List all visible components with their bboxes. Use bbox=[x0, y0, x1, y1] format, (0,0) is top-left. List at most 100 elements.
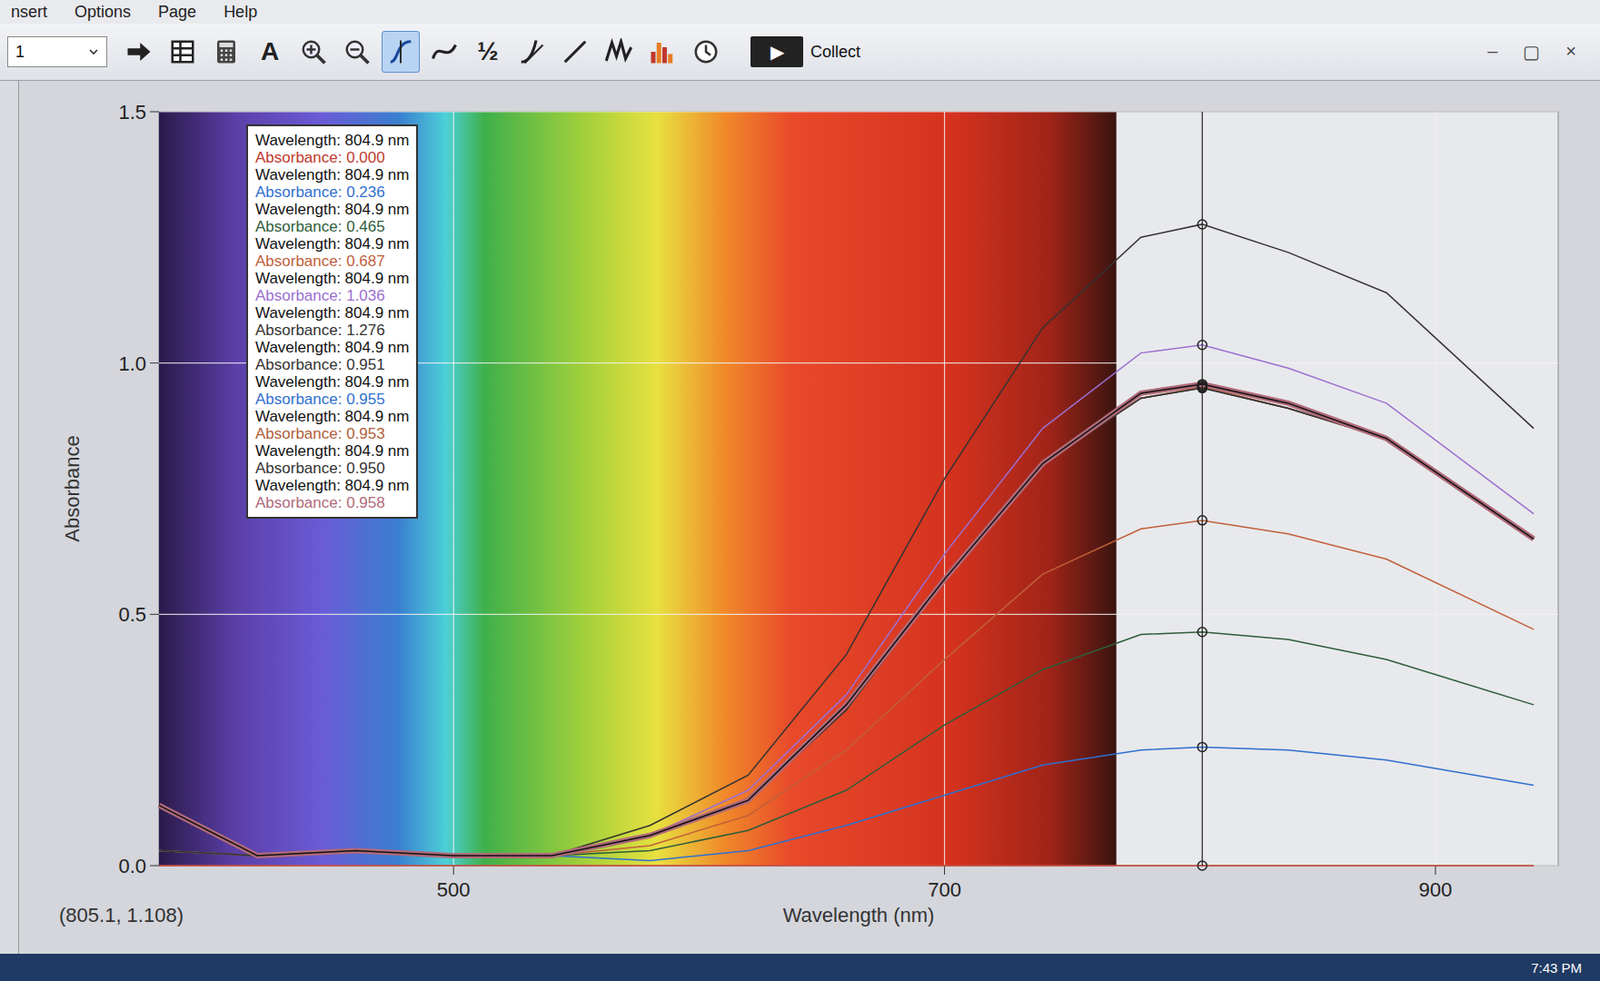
toolbar-button[interactable] bbox=[163, 30, 202, 73]
menu-bar: nsert Options Page Help bbox=[0, 0, 1600, 24]
grid-line bbox=[944, 111, 945, 866]
y-tick bbox=[149, 865, 160, 867]
peaks-icon bbox=[605, 38, 633, 66]
toolbar-button[interactable] bbox=[381, 30, 420, 73]
collect-button[interactable]: ▶ Collect bbox=[750, 36, 861, 68]
toolbar-button[interactable] bbox=[686, 30, 726, 73]
series-line[interactable] bbox=[159, 387, 1534, 856]
legend-absorbance: Absorbance: 0.951 bbox=[255, 356, 409, 374]
legend-wavelength: Wavelength: 804.9 nm bbox=[255, 131, 409, 150]
x-axis-title: Wavelength (nm) bbox=[783, 904, 935, 927]
series-line[interactable] bbox=[159, 864, 1534, 867]
y-tick-label: 1.0 bbox=[118, 352, 147, 376]
toolbar-button[interactable]: A bbox=[250, 30, 289, 73]
series-line[interactable] bbox=[159, 387, 1534, 856]
grid-line bbox=[1434, 111, 1436, 866]
toolbar-button[interactable] bbox=[294, 30, 333, 73]
legend-wavelength: Wavelength: 804.9 nm bbox=[255, 235, 409, 253]
legend-absorbance: Absorbance: 0.958 bbox=[255, 494, 409, 512]
series-line[interactable] bbox=[159, 224, 1534, 856]
arrow-icon bbox=[125, 38, 153, 66]
taskbar: 7:43 PM bbox=[0, 954, 1600, 981]
legend-wavelength: Wavelength: 804.9 nm bbox=[255, 200, 409, 219]
toolbar-button[interactable] bbox=[556, 30, 595, 73]
cursor-marker bbox=[1197, 219, 1207, 229]
series-line[interactable] bbox=[159, 746, 1534, 861]
grid-line bbox=[159, 110, 1559, 112]
menu-item[interactable]: nsert bbox=[7, 0, 51, 24]
graph-panel: 0.00.51.01.5500700900AbsorbanceWavelengt… bbox=[19, 80, 1600, 955]
scroll-strip[interactable] bbox=[0, 80, 20, 955]
legend-absorbance: Absorbance: 0.953 bbox=[255, 425, 409, 443]
window-control[interactable]: × bbox=[1565, 40, 1577, 63]
legend-absorbance: Absorbance: 0.687 bbox=[255, 252, 409, 270]
histogram-icon bbox=[648, 38, 676, 66]
legend-absorbance: Absorbance: 0.950 bbox=[255, 459, 409, 478]
taskbar-clock[interactable]: 7:43 PM bbox=[1530, 960, 1582, 976]
grid-line bbox=[453, 111, 455, 866]
examine-legend: Wavelength: 804.9 nm Absorbance: 0.000Wa… bbox=[246, 124, 418, 519]
legend-wavelength: Wavelength: 804.9 nm bbox=[255, 407, 409, 426]
x-tick bbox=[1434, 865, 1436, 875]
cursor-marker bbox=[1197, 861, 1207, 871]
toolbar-button[interactable] bbox=[643, 30, 682, 73]
y-tick bbox=[149, 362, 160, 364]
menu-item[interactable]: Options bbox=[70, 0, 135, 24]
glyph-label: ½ bbox=[477, 37, 498, 67]
menu-item[interactable]: Help bbox=[219, 0, 261, 24]
cursor-marker bbox=[1197, 627, 1207, 637]
legend-wavelength: Wavelength: 804.9 nm bbox=[255, 166, 409, 184]
x-tick bbox=[453, 865, 455, 875]
toolbar-button[interactable]: ½ bbox=[468, 30, 507, 73]
zoomout-icon bbox=[343, 38, 371, 66]
legend-absorbance: Absorbance: 0.236 bbox=[255, 183, 409, 201]
toolbar: 1 A ½ ▶ Collect – ▢ × bbox=[0, 23, 1600, 81]
series-line[interactable] bbox=[159, 345, 1534, 856]
toolbar-button[interactable] bbox=[425, 30, 464, 73]
tangent-icon bbox=[517, 38, 546, 66]
legend-wavelength: Wavelength: 804.9 nm bbox=[255, 269, 409, 288]
zoomin-icon bbox=[299, 38, 328, 66]
grid-line bbox=[159, 614, 1559, 616]
grid-line bbox=[159, 864, 1559, 866]
y-tick bbox=[149, 614, 160, 616]
play-icon: ▶ bbox=[750, 36, 804, 68]
legend-wavelength: Wavelength: 804.9 nm bbox=[255, 338, 409, 357]
legend-absorbance: Absorbance: 1.036 bbox=[255, 287, 409, 305]
logger-app: nsertOptionsPageHelp 1 A½ ▶ Collect –▢× … bbox=[0, 0, 1600, 981]
toolbar-button[interactable] bbox=[337, 30, 377, 73]
toolbar-button[interactable] bbox=[207, 30, 246, 73]
main-area: 0.00.51.01.5500700900AbsorbanceWavelengt… bbox=[0, 80, 1600, 955]
menu-item[interactable]: Page bbox=[154, 0, 200, 24]
toolbar-button[interactable] bbox=[119, 30, 159, 73]
series-line[interactable] bbox=[159, 520, 1534, 856]
y-tick-label: 0.5 bbox=[118, 603, 147, 627]
legend-absorbance: Absorbance: 0.000 bbox=[255, 149, 409, 167]
series-line[interactable] bbox=[159, 384, 1534, 856]
x-tick-label: 900 bbox=[1419, 878, 1453, 902]
series-line[interactable] bbox=[159, 386, 1534, 856]
legend-absorbance: Absorbance: 1.276 bbox=[255, 321, 409, 339]
series-line[interactable] bbox=[159, 387, 1534, 856]
legend-absorbance: Absorbance: 0.465 bbox=[255, 218, 409, 236]
cursor-marker bbox=[1197, 340, 1207, 350]
legend-wavelength: Wavelength: 804.9 nm bbox=[255, 304, 409, 322]
window-control[interactable]: ▢ bbox=[1522, 40, 1541, 63]
cursor-marker bbox=[1197, 742, 1207, 752]
legend-absorbance: Absorbance: 0.955 bbox=[255, 390, 409, 408]
series-line-core bbox=[159, 384, 1534, 856]
cursor-marker bbox=[1197, 379, 1207, 389]
legend-wavelength: Wavelength: 804.9 nm bbox=[255, 442, 409, 460]
linear-icon bbox=[561, 38, 589, 66]
clock-icon bbox=[692, 38, 720, 66]
x-tick-label: 700 bbox=[927, 878, 962, 902]
toolbar-button[interactable] bbox=[512, 30, 551, 73]
legend-wavelength: Wavelength: 804.9 nm bbox=[255, 373, 409, 391]
table-icon bbox=[168, 38, 197, 66]
toolbar-button[interactable] bbox=[599, 30, 638, 73]
window-control[interactable]: – bbox=[1487, 40, 1498, 63]
examine-cursor[interactable] bbox=[1202, 111, 1203, 866]
y-tick-label: 0.0 bbox=[118, 854, 147, 878]
page-select[interactable]: 1 bbox=[7, 36, 108, 68]
series-line[interactable] bbox=[159, 632, 1534, 856]
